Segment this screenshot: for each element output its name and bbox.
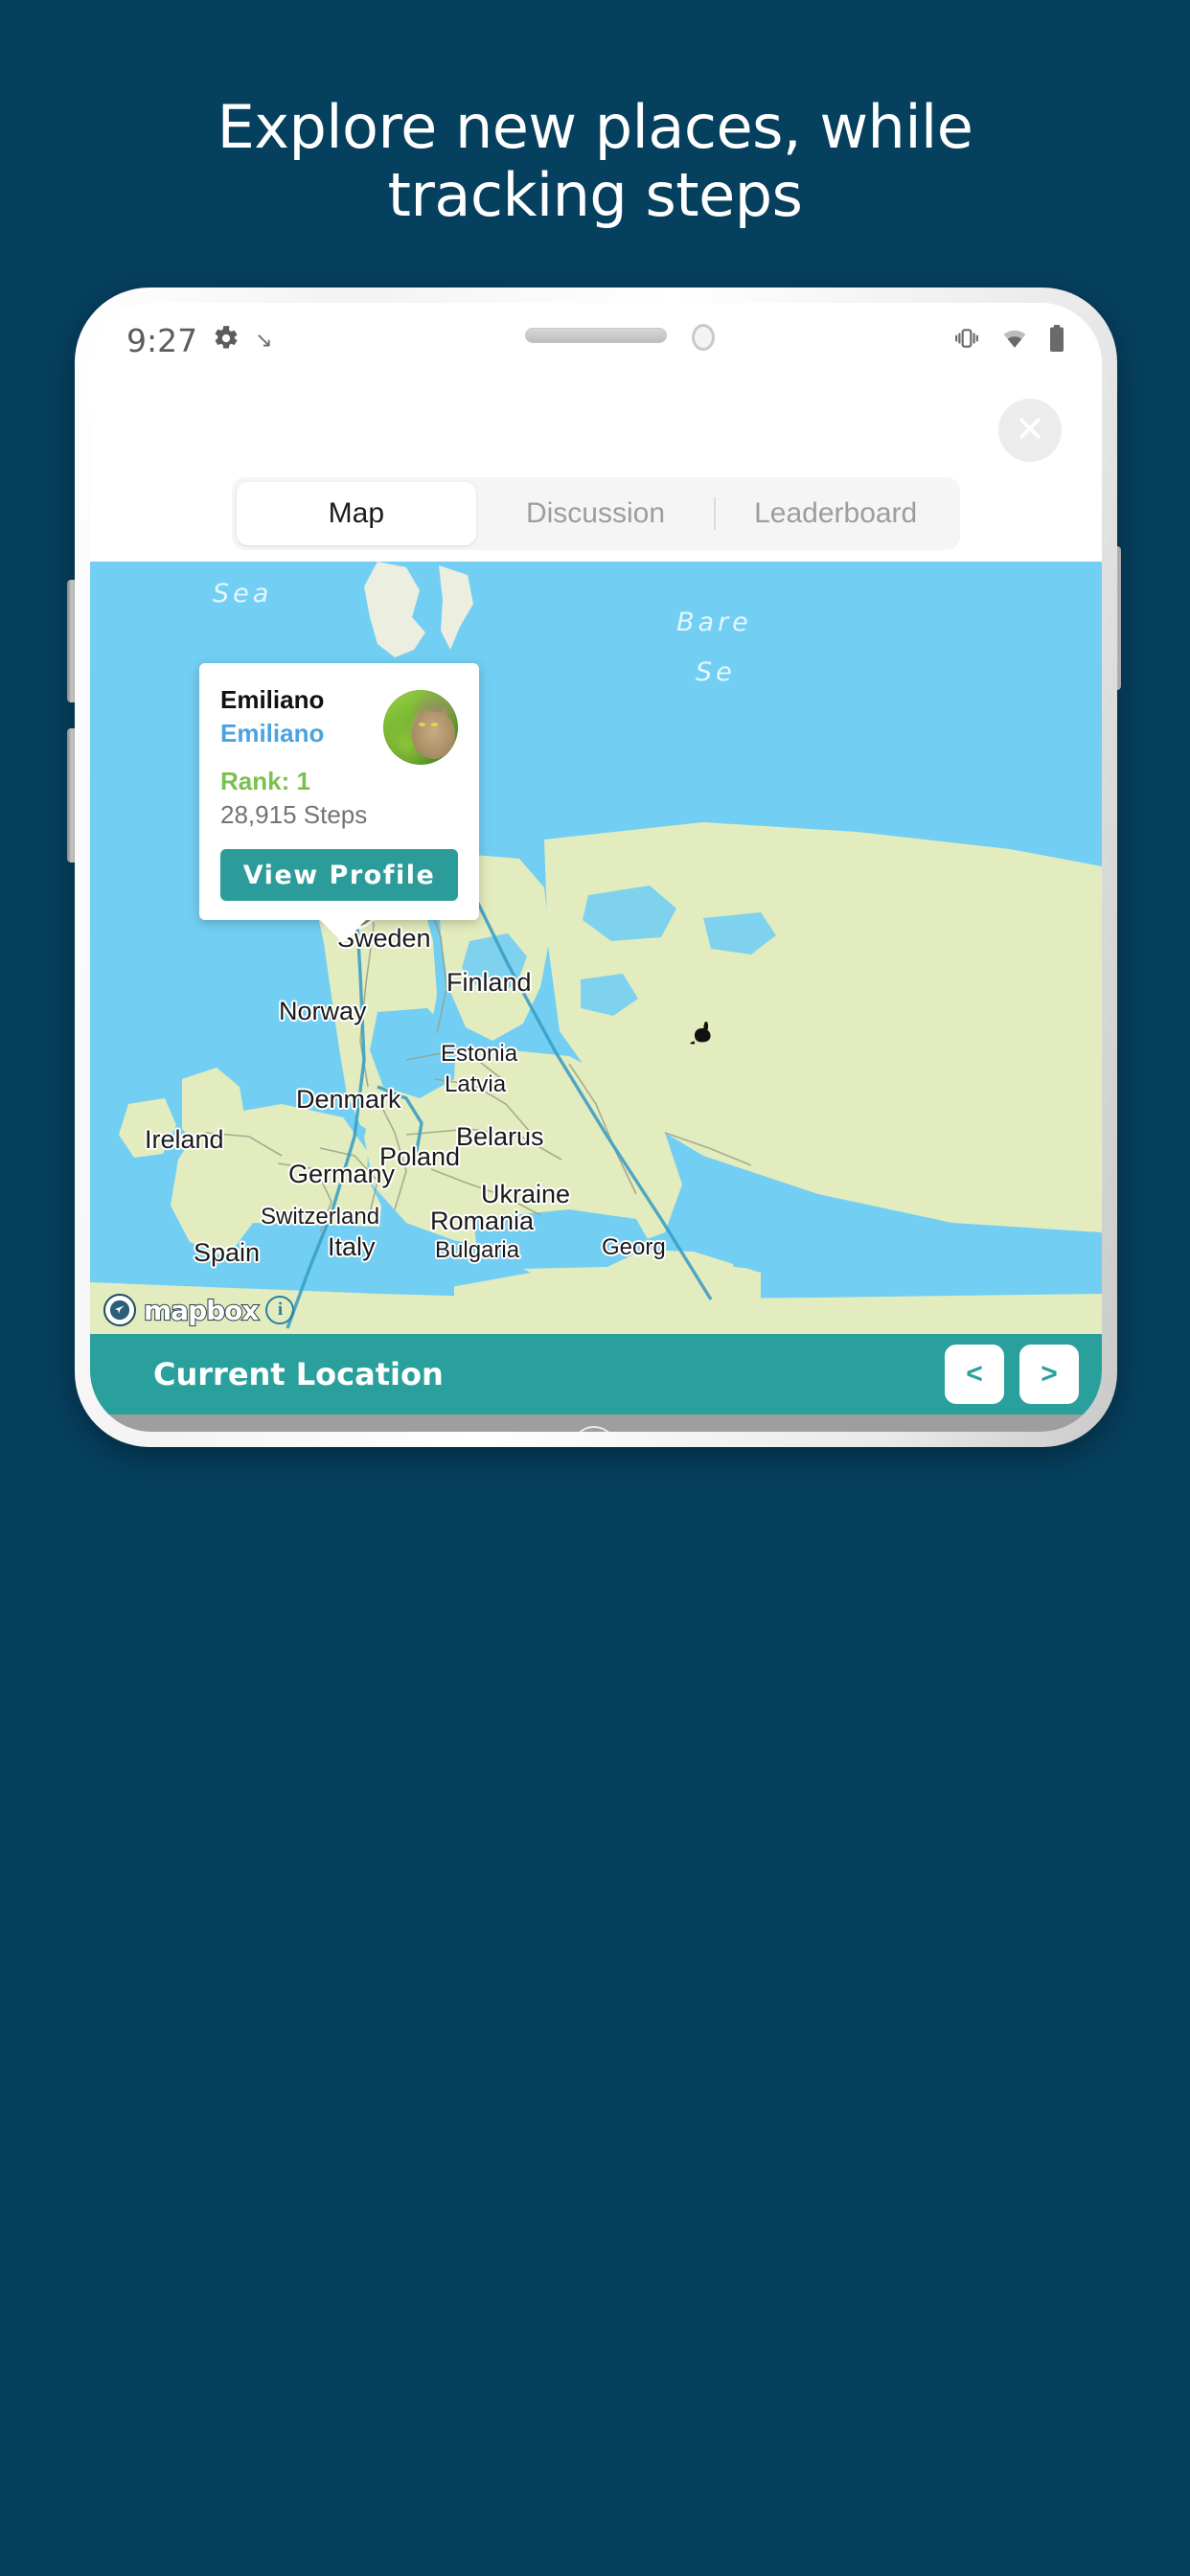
country-label-romania: Romania [430, 1207, 535, 1235]
mapbox-mark-icon [103, 1294, 136, 1326]
status-bar-left: 9:27 ↘ [126, 322, 273, 359]
country-label-germany: Germany [288, 1160, 396, 1188]
app-header: Map Discussion Leaderboard [90, 378, 1102, 562]
mapbox-attribution[interactable]: mapbox i [103, 1294, 295, 1327]
popup-avatar[interactable] [383, 690, 458, 765]
popup-username[interactable]: Emiliano [220, 718, 374, 750]
tab-discussion-label: Discussion [525, 497, 666, 529]
status-bar: 9:27 ↘ [90, 303, 1102, 378]
phone-mockup: 9:27 ↘ Map Discussion Leaderboard Sea Ba… [75, 288, 1117, 1447]
map-canvas[interactable]: Sea Bare Se No Sweden Finland Norway Est… [90, 562, 1102, 1334]
sea-label-2: Se [696, 657, 736, 687]
popup-rank: Rank: 1 [220, 767, 310, 796]
close-icon [1016, 414, 1044, 448]
country-label-georgia: Georg [602, 1234, 666, 1260]
tab-discussion[interactable]: Discussion [476, 482, 716, 545]
tab-bar: Map Discussion Leaderboard [232, 477, 960, 550]
rabbit-icon[interactable] [686, 1020, 719, 1048]
wifi-icon [1000, 326, 1029, 356]
country-label-latvia: Latvia [445, 1071, 507, 1097]
current-location-label: Current Location [153, 1356, 444, 1392]
popup-text-block: Emiliano Emiliano Rank: 1 28,915 Steps [220, 684, 374, 830]
tab-leaderboard[interactable]: Leaderboard [716, 482, 955, 545]
vibrate-icon [952, 326, 981, 356]
country-label-italy: Italy [328, 1232, 376, 1261]
earpiece-speaker [525, 328, 667, 343]
battery-icon [1048, 324, 1065, 356]
close-button[interactable] [998, 399, 1062, 462]
bottom-action-bar: Current Location < > [90, 1334, 1102, 1414]
country-label-denmark: Denmark [296, 1085, 401, 1114]
country-label-spain: Spain [194, 1238, 261, 1267]
cat-face-icon [411, 712, 455, 759]
country-label-switzerland: Switzerland [261, 1204, 380, 1230]
tab-leaderboard-label: Leaderboard [754, 497, 918, 529]
status-time: 9:27 [126, 321, 198, 359]
phone-screen: 9:27 ↘ Map Discussion Leaderboard Sea Ba… [90, 303, 1102, 1432]
mapbox-wordmark: mapbox [143, 1294, 260, 1327]
popup-top-row: Emiliano Emiliano Rank: 1 28,915 Steps [220, 684, 458, 830]
view-profile-button[interactable]: View Profile [220, 849, 458, 902]
user-popup-card[interactable]: Emiliano Emiliano Rank: 1 28,915 Steps V… [199, 663, 479, 944]
popup-display-name: Emiliano [220, 685, 325, 714]
next-location-button[interactable]: > [1019, 1345, 1079, 1404]
downloading-icon: ↘ [255, 328, 273, 352]
country-label-finland: Finland [446, 968, 532, 997]
front-camera-icon [692, 324, 715, 351]
tab-map-label: Map [328, 497, 385, 529]
promo-headline: Explore new places, while tracking steps [0, 92, 1190, 230]
status-bar-right [952, 324, 1065, 356]
country-label-ukraine: Ukraine [481, 1180, 571, 1208]
map-info-button[interactable]: i [265, 1296, 295, 1324]
tab-map[interactable]: Map [237, 482, 476, 545]
country-label-estonia: Estonia [441, 1041, 518, 1067]
headline-line-2: tracking steps [387, 159, 803, 230]
previous-location-button[interactable]: < [945, 1345, 1004, 1404]
headline-line-1: Explore new places, while [217, 92, 973, 162]
android-navigation-bar [90, 1414, 1102, 1432]
sea-label-1: Bare [676, 608, 752, 637]
popup-steps: 28,915 Steps [220, 800, 368, 830]
country-label-bulgaria: Bulgaria [435, 1237, 520, 1263]
country-label-belarus: Belarus [456, 1122, 544, 1151]
sea-label-0: Sea [213, 579, 273, 609]
country-label-ireland: Ireland [145, 1125, 224, 1154]
gear-icon [213, 325, 240, 356]
country-label-norway: Norway [279, 997, 367, 1025]
location-pager: < > [945, 1345, 1079, 1404]
